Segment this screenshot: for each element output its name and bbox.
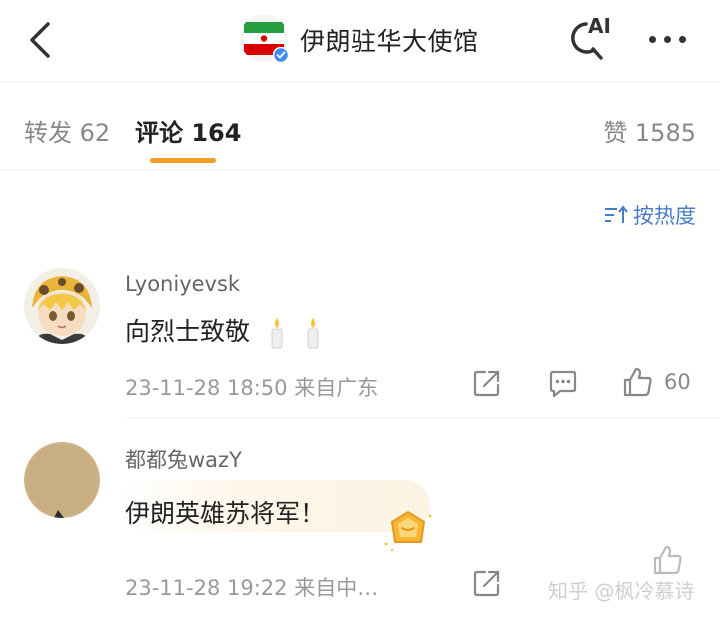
share-icon — [473, 570, 500, 597]
comment-meta: 23-11-28 18:50 来自广东 — [125, 376, 379, 400]
page-title[interactable]: 伊朗驻华大使馆 — [300, 22, 479, 58]
share-button[interactable] — [472, 568, 502, 598]
sort-label: 按热度 — [633, 204, 696, 228]
anime-avatar-image — [24, 268, 100, 344]
gold-gem-badge-icon — [384, 510, 432, 552]
back-button[interactable] — [20, 18, 60, 62]
chevron-left-icon — [30, 22, 50, 58]
more-dot — [663, 35, 671, 43]
thumbs-up-icon — [623, 367, 652, 397]
comment-username[interactable]: Lyoniyevsk — [125, 272, 240, 296]
avatar-image — [24, 442, 100, 518]
sort-icon — [605, 205, 628, 223]
top-bar: 伊朗驻华大使馆 AI — [0, 0, 720, 82]
like-button[interactable] — [652, 544, 684, 576]
tab-comments[interactable]: 评论 164 — [135, 113, 241, 148]
comment-item: Lyoniyevsk 向烈士致敬 23-11-28 18:50 来自广东 60 — [0, 262, 720, 422]
share-button[interactable] — [472, 368, 502, 398]
account-avatar[interactable] — [240, 14, 289, 63]
more-dot — [678, 35, 686, 43]
header-divider — [0, 82, 720, 83]
like-button[interactable]: 60 — [622, 366, 691, 398]
comment-text: 向烈士致敬 — [125, 317, 251, 346]
sort-button[interactable]: 按热度 — [603, 200, 696, 230]
tab-likes[interactable]: 赞 1585 — [603, 113, 696, 148]
ai-search-button[interactable]: AI — [560, 12, 616, 64]
thumbs-up-icon — [653, 545, 682, 575]
more-button[interactable] — [640, 24, 694, 54]
avatar[interactable] — [24, 442, 100, 518]
more-dot — [648, 35, 656, 43]
reply-button[interactable] — [548, 368, 578, 398]
tab-repost[interactable]: 转发 62 — [24, 113, 110, 148]
weibo-comments-page: 伊朗驻华大使馆 AI 转发 62 评论 164 赞 1585 按热度 Lyoni… — [0, 0, 720, 617]
like-count: 60 — [664, 370, 691, 394]
comment-text-row: 向烈士致敬 — [125, 312, 322, 350]
verified-badge-icon — [273, 47, 289, 63]
comment-meta: 23-11-28 19:22 来自中… — [125, 576, 379, 600]
comment-divider — [125, 418, 720, 419]
candle-icon — [271, 318, 283, 349]
comment-text: 伊朗英雄苏将军！ — [125, 499, 326, 528]
tabs-divider — [0, 170, 720, 171]
share-icon — [473, 370, 500, 397]
comment-username[interactable]: 都都兔wazY — [125, 444, 242, 474]
ai-label: AI — [588, 14, 611, 38]
active-tab-indicator — [150, 158, 216, 163]
comment-icon — [549, 370, 577, 398]
watermark: 知乎 @枫冷慕诗 — [548, 579, 695, 603]
avatar[interactable] — [24, 268, 100, 344]
candle-icon — [307, 318, 319, 349]
